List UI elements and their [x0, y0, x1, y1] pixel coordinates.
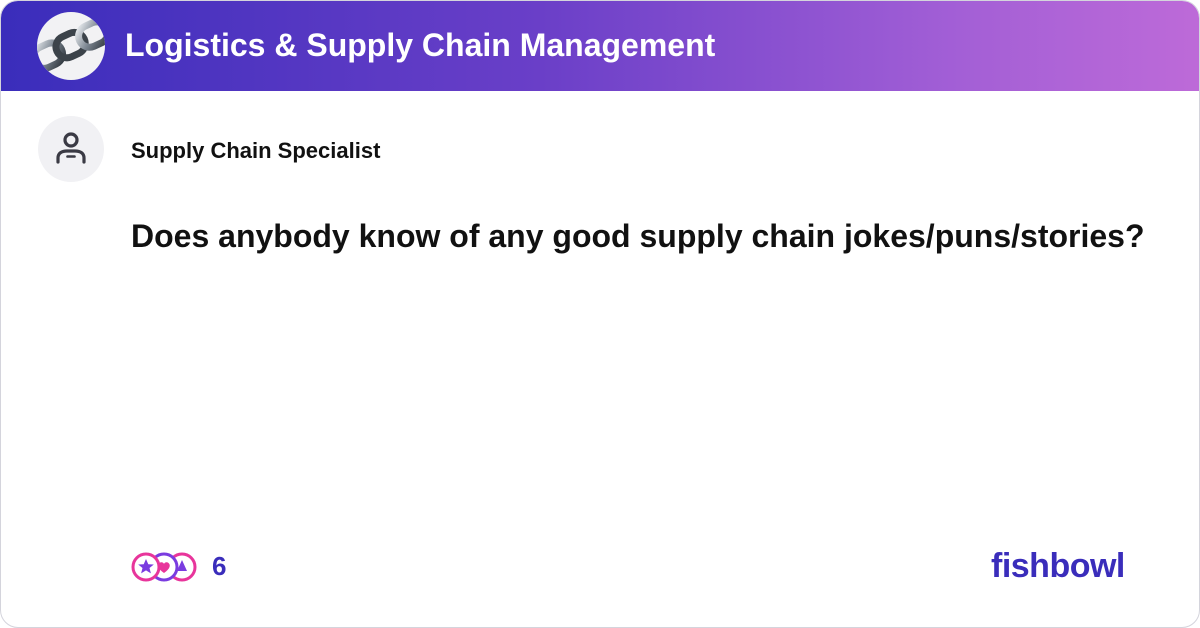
reaction-count: 6 — [212, 551, 227, 581]
user-placeholder-icon[interactable] — [38, 116, 104, 182]
post-text: Does anybody know of any good supply cha… — [131, 218, 1145, 254]
fishbowl-logo[interactable]: fishbowl — [991, 545, 1125, 587]
group-title[interactable]: Logistics & Supply Chain Management — [125, 23, 715, 67]
post-card[interactable]: Logistics & Supply Chain Management Supp… — [0, 0, 1200, 628]
group-header: Logistics & Supply Chain Management — [1, 1, 1199, 91]
author-name[interactable]: Supply Chain Specialist — [131, 137, 380, 165]
reaction-icons — [131, 551, 201, 583]
star-reaction-icon — [131, 552, 161, 582]
chain-link-icon[interactable] — [37, 12, 105, 80]
